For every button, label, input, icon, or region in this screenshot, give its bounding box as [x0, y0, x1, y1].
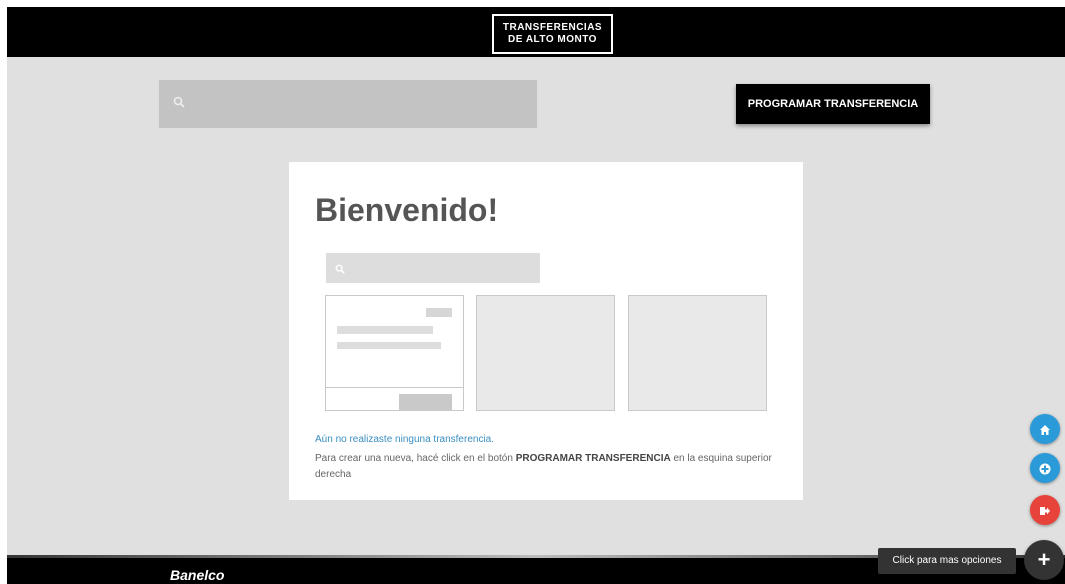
illustration-search: [326, 253, 540, 283]
illustration-card-2: [476, 295, 615, 411]
illustration-button: [399, 394, 452, 410]
logout-icon: [1039, 503, 1051, 517]
welcome-title: Bienvenido!: [315, 192, 499, 228]
left-edge: [0, 0, 7, 584]
empty-state-instructions: Para crear una nueva, hacé click en el b…: [315, 451, 785, 483]
plus-circle-icon: [1039, 461, 1051, 475]
instruction-bold: PROGRAMAR TRANSFERENCIA: [515, 453, 671, 464]
logo-line-1: TRANSFERENCIAS: [502, 22, 603, 33]
empty-state-message: Aún no realizaste ninguna transferencia.: [315, 434, 495, 445]
illustration-card-1: [325, 295, 464, 411]
add-button[interactable]: [1030, 453, 1060, 483]
welcome-card: Bienvenido! Aún no realizaste ninguna tr…: [289, 162, 803, 500]
app-logo[interactable]: TRANSFERENCIAS DE ALTO MONTO: [492, 14, 613, 54]
instruction-prefix: Para crear una nueva, hacé click en el b…: [315, 453, 516, 464]
header-bar: TRANSFERENCIAS DE ALTO MONTO: [7, 7, 1065, 57]
illustration-divider: [326, 387, 463, 388]
illustration-tag: [426, 308, 452, 317]
logo-line-2: DE ALTO MONTO: [508, 34, 597, 45]
home-icon: [1039, 422, 1051, 436]
home-button[interactable]: [1030, 414, 1060, 444]
illustration-line: [337, 342, 441, 349]
top-edge: [0, 0, 1065, 7]
logout-button[interactable]: [1030, 495, 1060, 525]
program-transfer-button[interactable]: PROGRAMAR TRANSFERENCIA: [736, 84, 930, 124]
illustration-card-3: [628, 295, 767, 411]
brand-logo: Banelco: [170, 567, 225, 583]
search-bar[interactable]: [159, 80, 537, 128]
illustration-line: [337, 326, 433, 334]
search-icon: [335, 261, 345, 279]
search-icon: [173, 95, 185, 113]
more-options-button[interactable]: +: [1024, 540, 1064, 580]
more-options-tooltip: Click para mas opciones: [878, 548, 1016, 574]
